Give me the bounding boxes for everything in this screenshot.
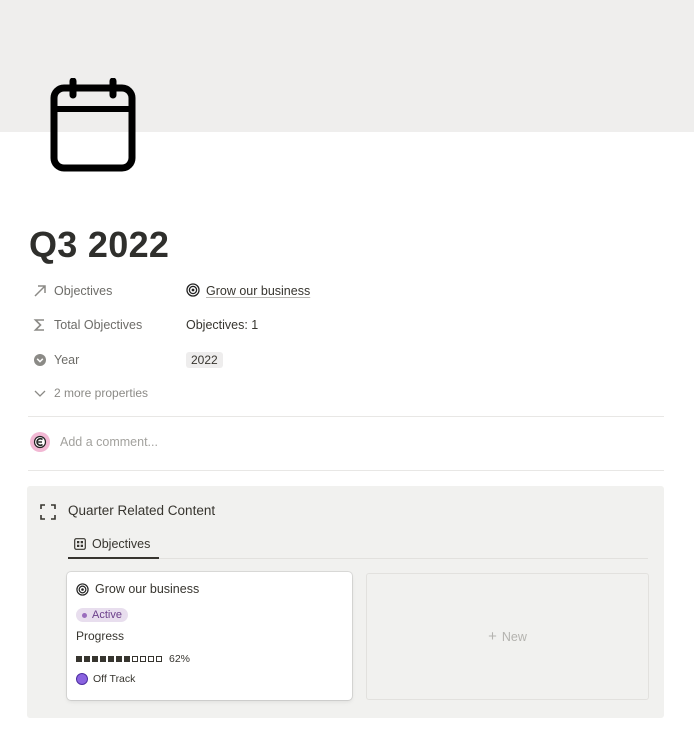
progress-cell — [108, 656, 114, 662]
property-label: Year — [54, 353, 80, 367]
year-select-pill[interactable]: 2022 — [186, 352, 223, 368]
new-card-button[interactable]: + New — [366, 573, 649, 700]
gallery-icon — [74, 537, 86, 550]
expand-icon[interactable] — [39, 503, 57, 526]
select-icon — [28, 353, 54, 367]
progress-cell — [124, 656, 130, 662]
comment-input[interactable] — [60, 435, 360, 449]
progress-cell — [84, 656, 90, 662]
progress-row: 62% — [76, 653, 190, 665]
gallery-card[interactable]: Grow our business Active Progress 62% Of… — [67, 572, 352, 700]
progress-cell — [156, 656, 162, 662]
sigma-icon — [28, 318, 54, 332]
more-properties-toggle[interactable]: 2 more properties — [28, 379, 664, 407]
progress-cell — [100, 656, 106, 662]
card-title: Grow our business — [95, 582, 200, 596]
calendar-icon[interactable] — [49, 77, 137, 172]
arrow-up-right-icon — [28, 284, 54, 298]
progress-bar — [76, 656, 164, 662]
property-total-objectives[interactable]: Total Objectives Objectives: 1 — [28, 311, 664, 339]
target-icon — [186, 282, 200, 300]
target-icon — [76, 582, 89, 596]
quarter-callout: Quarter Related Content Objectives Grow … — [27, 486, 664, 718]
property-year[interactable]: Year 2022 — [28, 346, 664, 374]
property-label: Objectives — [54, 284, 113, 298]
status-dot — [82, 612, 87, 618]
plus-icon: + — [488, 628, 497, 645]
property-label: Total Objectives — [54, 318, 143, 332]
callout-title: Quarter Related Content — [68, 503, 216, 518]
avatar — [30, 432, 50, 452]
progress-percent: 62% — [169, 653, 191, 665]
progress-label: Progress — [76, 629, 125, 643]
track-label: Off Track — [93, 673, 136, 685]
track-dot-icon — [76, 673, 88, 685]
progress-cell — [92, 656, 98, 662]
tab-label: Objectives — [92, 536, 151, 551]
track-status: Off Track — [76, 673, 135, 685]
divider — [28, 470, 664, 471]
chevron-down-icon — [28, 386, 54, 400]
property-objectives[interactable]: Objectives Grow our business — [28, 277, 664, 305]
comment-row — [30, 432, 360, 452]
progress-cell — [116, 656, 122, 662]
progress-cell — [76, 656, 82, 662]
status-badge: Active — [76, 608, 128, 622]
progress-cell — [140, 656, 146, 662]
progress-cell — [148, 656, 154, 662]
divider — [28, 416, 664, 417]
progress-cell — [132, 656, 138, 662]
objective-relation-link[interactable]: Grow our business — [206, 284, 310, 298]
view-tabs: Objectives — [68, 530, 648, 559]
rollup-value: Objectives: 1 — [186, 318, 259, 332]
more-properties-label: 2 more properties — [54, 386, 149, 400]
new-label: New — [501, 629, 527, 644]
tab-objectives[interactable]: Objectives — [68, 530, 159, 559]
page-title[interactable]: Q3 2022 — [29, 224, 169, 266]
status-label: Active — [92, 609, 122, 621]
